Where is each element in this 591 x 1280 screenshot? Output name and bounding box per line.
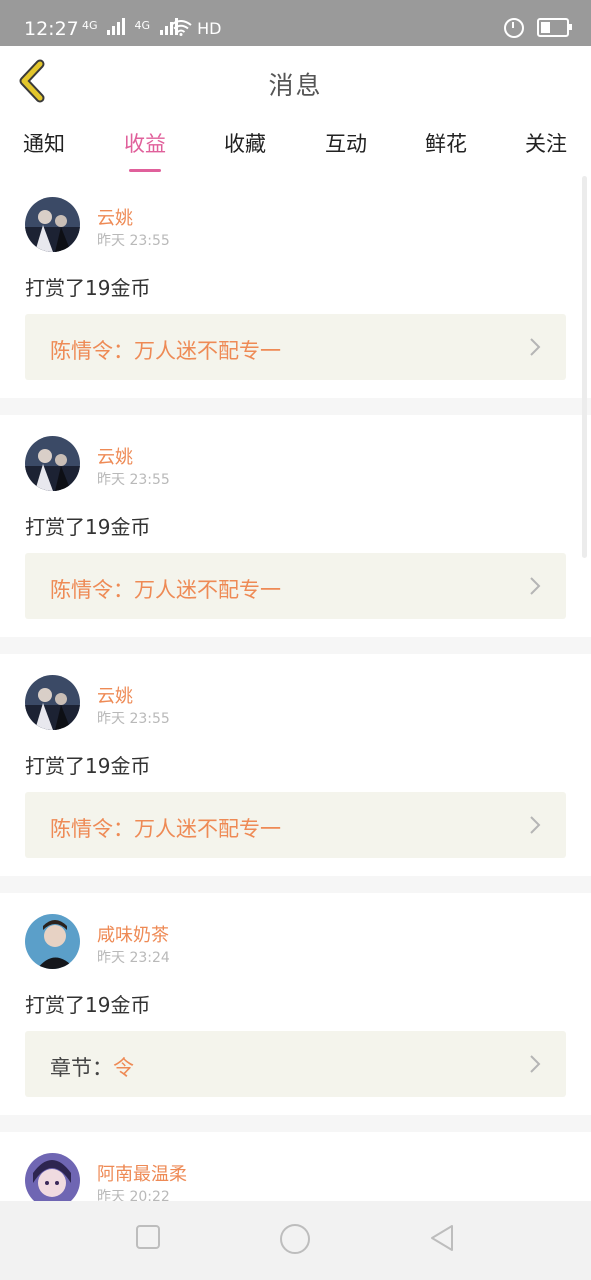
avatar-image (25, 914, 80, 969)
avatar-image (25, 675, 80, 730)
wifi-icon (170, 20, 192, 36)
username[interactable]: 云姚 (97, 682, 133, 708)
wifi-hd-indicator: HD (170, 19, 221, 38)
ref-title: 陈情令：万人迷不配专一 (50, 339, 281, 363)
username[interactable]: 云姚 (97, 204, 133, 230)
ref-title: 陈情令：万人迷不配专一 (50, 817, 281, 841)
book-reference-text: 陈情令：万人迷不配专一 (50, 813, 281, 843)
tab-favorites[interactable]: 收藏 (205, 128, 285, 158)
header: 消息 (0, 46, 591, 119)
status-bar: 12:27 4G 4G HD (0, 0, 591, 46)
avatar-image (25, 1153, 80, 1202)
page-title: 消息 (268, 71, 323, 100)
tab-following[interactable]: 关注 (506, 128, 586, 158)
avatar-image (25, 197, 80, 252)
message-card: 咸味奶茶 昨天 23:24 打赏了19金币 章节：令 (0, 893, 591, 1115)
book-reference[interactable]: 陈情令：万人迷不配专一 (25, 792, 566, 858)
message-text: 打赏了19金币 (25, 993, 151, 1017)
tab-bar: 通知 收益 收藏 互动 鲜花 关注 (0, 118, 591, 174)
tab-earnings[interactable]: 收益 (105, 128, 185, 172)
chevron-right-icon (530, 1055, 541, 1073)
username[interactable]: 云姚 (97, 443, 133, 469)
message-text: 打赏了19金币 (25, 754, 151, 778)
avatar[interactable] (25, 914, 80, 969)
avatar-image (25, 436, 80, 491)
book-reference[interactable]: 陈情令：万人迷不配专一 (25, 553, 566, 619)
message-text: 打赏了19金币 (25, 276, 151, 300)
scrollbar[interactable] (582, 176, 587, 558)
ref-title: 令 (113, 1056, 134, 1080)
hd-label: HD (197, 19, 222, 38)
message-card: 云姚 昨天 23:55 打赏了19金币 陈情令：万人迷不配专一 (0, 654, 591, 876)
status-right (503, 17, 572, 38)
divider (0, 637, 591, 654)
recent-apps-button[interactable] (134, 1223, 162, 1251)
message-time: 昨天 23:55 (97, 472, 170, 488)
message-time: 昨天 23:24 (97, 950, 170, 966)
tab-interaction[interactable]: 互动 (306, 128, 386, 158)
network-type-1: 4G (82, 19, 98, 32)
message-time: 昨天 23:55 (97, 233, 170, 249)
username[interactable]: 咸味奶茶 (97, 921, 169, 947)
tab-notice[interactable]: 通知 (4, 128, 84, 158)
message-card: 阿南最温柔 昨天 20:22 (0, 1132, 591, 1202)
chevron-right-icon (530, 338, 541, 356)
avatar[interactable] (25, 675, 80, 730)
back-nav-button[interactable] (428, 1223, 456, 1253)
divider (0, 398, 591, 415)
divider (0, 1115, 591, 1132)
ref-label: 章节： (50, 1056, 113, 1080)
status-time: 12:27 (24, 18, 79, 40)
network-type-2: 4G (134, 19, 151, 32)
avatar[interactable] (25, 436, 80, 491)
book-reference-text: 陈情令：万人迷不配专一 (50, 574, 281, 604)
signal-indicators: 4G 4G (82, 17, 184, 35)
divider (0, 876, 591, 893)
ref-title: 陈情令：万人迷不配专一 (50, 578, 281, 602)
message-time: 昨天 20:22 (97, 1189, 170, 1202)
message-card: 云姚 昨天 23:55 打赏了19金币 陈情令：万人迷不配专一 (0, 415, 591, 637)
chapter-reference[interactable]: 章节：令 (25, 1031, 566, 1097)
avatar[interactable] (25, 197, 80, 252)
message-card: 云姚 昨天 23:55 打赏了19金币 陈情令：万人迷不配专一 (0, 176, 591, 398)
signal-bars-icon (107, 17, 126, 35)
alarm-icon (503, 17, 524, 38)
home-button[interactable] (279, 1223, 311, 1255)
chevron-right-icon (530, 816, 541, 834)
system-nav-bar (0, 1201, 591, 1280)
message-time: 昨天 23:55 (97, 711, 170, 727)
book-reference-text: 陈情令：万人迷不配专一 (50, 335, 281, 365)
message-text: 打赏了19金币 (25, 515, 151, 539)
chevron-right-icon (530, 577, 541, 595)
chapter-reference-text: 章节：令 (50, 1052, 134, 1082)
book-reference[interactable]: 陈情令：万人迷不配专一 (25, 314, 566, 380)
username[interactable]: 阿南最温柔 (97, 1160, 187, 1186)
tab-flowers[interactable]: 鲜花 (406, 128, 486, 158)
battery-icon (537, 18, 572, 37)
avatar[interactable] (25, 1153, 80, 1202)
